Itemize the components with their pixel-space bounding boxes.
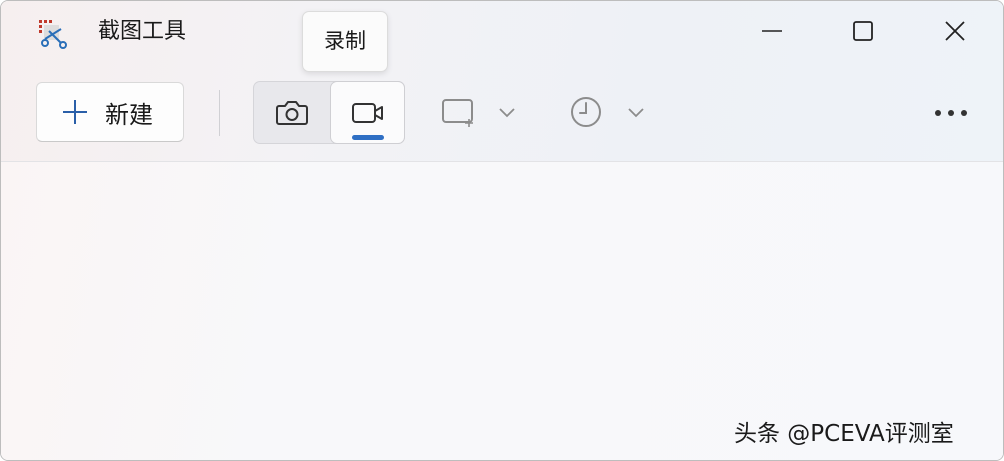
minimize-icon: [762, 30, 782, 32]
video-camera-icon: [351, 102, 383, 123]
minimize-button[interactable]: [742, 9, 802, 53]
maximize-button[interactable]: [833, 9, 893, 53]
plus-icon: [63, 100, 87, 124]
record-mode-button[interactable]: [330, 81, 405, 144]
delay-dropdown[interactable]: [568, 87, 646, 137]
window-title: 截图工具: [98, 19, 187, 44]
close-icon: [945, 21, 965, 41]
chevron-down-icon: [499, 108, 515, 118]
capture-mode-toggle: [253, 81, 405, 144]
close-button[interactable]: [925, 9, 985, 53]
title-and-toolbar-area: 截图工具 录制 新建: [1, 1, 1003, 162]
snipping-tool-icon: [39, 20, 67, 49]
chevron-down-icon: [628, 108, 644, 118]
new-button[interactable]: 新建: [36, 82, 184, 142]
camera-icon: [276, 100, 308, 125]
more-icon: [935, 110, 967, 116]
new-button-label: 新建: [105, 100, 153, 129]
screenshot-mode-button[interactable]: [254, 82, 330, 143]
more-options-button[interactable]: [921, 91, 981, 135]
toolbar-divider: [219, 90, 220, 136]
capture-preview-area: [1, 162, 1003, 460]
watermark-text: 头条 @PCEVA评测室: [734, 421, 954, 447]
rectangle-snip-icon: [442, 99, 473, 127]
snip-shape-dropdown[interactable]: [441, 87, 517, 137]
maximize-icon: [853, 21, 873, 41]
selected-mode-indicator: [352, 135, 384, 140]
snipping-tool-window: 截图工具 录制 新建 头条 @PCEVA评测室: [0, 0, 1004, 461]
clock-icon: [571, 97, 601, 127]
record-tooltip: 录制: [302, 11, 388, 72]
